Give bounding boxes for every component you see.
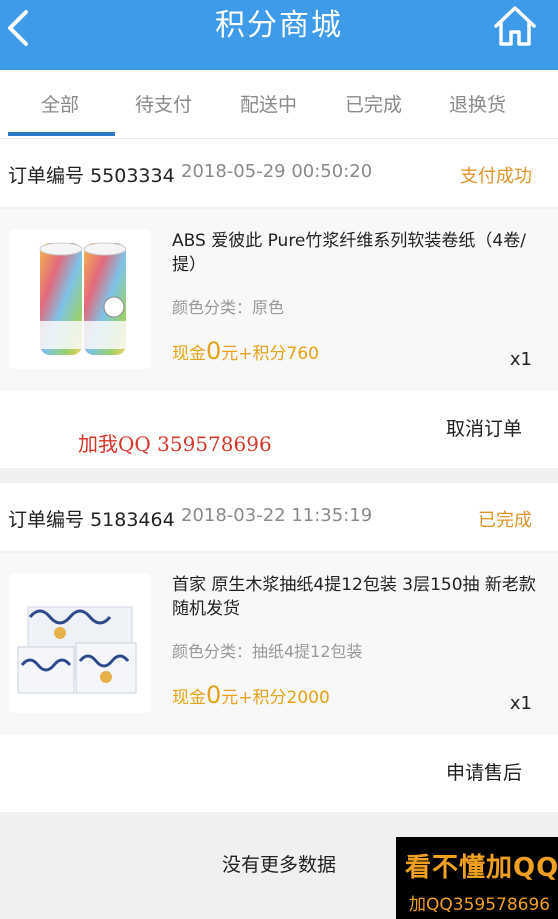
order-number-label: 订单编号 [8,509,85,531]
order-number: 5503334 [90,165,175,187]
home-icon [494,6,536,46]
order-actions: 申请售后 [0,734,558,812]
product-title: ABS 爱彼此 Pure竹浆纤维系列软装卷纸（4卷/提） [172,231,526,275]
overlay-contact-text: 加我QQ 359578696 [78,432,272,456]
order-tabs: 全部 待支付 配送中 已完成 退换货 [0,70,558,139]
order-datetime: 2018-05-29 00:50:20 [181,161,373,182]
tissue-box-pack-image [17,606,137,694]
tab-completed[interactable]: 已完成 [345,90,402,117]
product-variant: 颜色分类：抽纸4提12包装 [172,642,363,661]
tab-active-indicator [8,132,115,136]
order-status: 已完成 [478,510,532,531]
product-image[interactable] [10,229,150,369]
product-title: 首家 原生木浆抽纸4提12包装 3层150抽 新老款随机发货 [172,575,536,619]
home-button[interactable] [490,2,540,52]
price-cash: 0 [206,337,222,365]
tab-all[interactable]: 全部 [41,90,79,117]
product-image[interactable] [10,573,150,713]
toilet-paper-roll-pack-image [39,242,127,355]
promo-line-1: 看不懂加QQ [405,853,558,883]
order-product[interactable]: 首家 原生木浆抽纸4提12包装 3层150抽 新老款随机发货 颜色分类：抽纸4提… [0,553,558,733]
product-variant: 颜色分类：原色 [172,298,285,317]
order-datetime: 2018-03-22 11:35:19 [181,505,373,526]
price-points: 元+积分2000 [221,688,330,708]
cancel-order-button[interactable]: 取消订单 [446,414,522,441]
order-product[interactable]: ABS 爱彼此 Pure竹浆纤维系列软装卷纸（4卷/提） 颜色分类：原色 现金0… [0,209,558,389]
header-bar: 积分商城 [0,0,558,70]
order-header: 订单编号 5183464 2018-03-22 11:35:19 已完成 [0,483,558,551]
product-quantity: x1 [509,349,532,370]
price-points: 元+积分760 [221,344,319,364]
after-sales-button[interactable]: 申请售后 [446,758,522,785]
product-price: 现金0元+积分2000 [172,681,330,709]
tab-pending-payment[interactable]: 待支付 [135,90,192,117]
order-number-label: 订单编号 [8,165,85,187]
promo-badge: 看不懂加QQ 加QQ359578696 [396,837,558,919]
order-number: 5183464 [90,509,175,531]
price-cash: 0 [206,681,222,709]
price-prefix: 现金 [172,688,206,708]
price-prefix: 现金 [172,344,206,364]
tab-returns[interactable]: 退换货 [449,90,506,117]
product-price: 现金0元+积分760 [172,337,319,365]
product-quantity: x1 [509,693,532,714]
page-title: 积分商城 [215,8,343,43]
promo-line-2: 加QQ359578696 [409,895,551,915]
order-status: 支付成功 [460,166,532,187]
order-header: 订单编号 5503334 2018-05-29 00:50:20 支付成功 [0,139,558,207]
tab-shipping[interactable]: 配送中 [240,90,297,117]
